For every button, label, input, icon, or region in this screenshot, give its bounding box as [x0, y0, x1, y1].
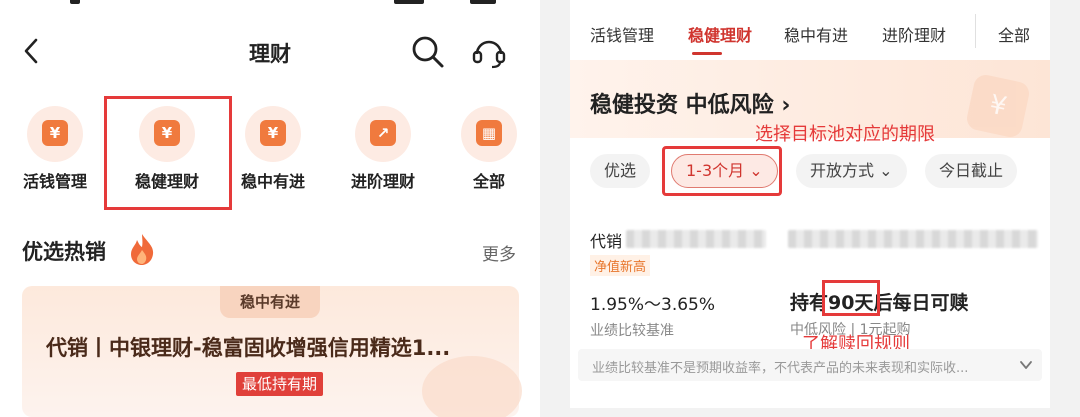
highlight-box-days [822, 280, 880, 316]
page-title: 理财 [249, 42, 291, 66]
battery-icon [470, 0, 496, 4]
category-label: 进阶理财 [350, 172, 415, 191]
card-tag: 稳中有进 [220, 286, 320, 318]
tab-separator [975, 14, 976, 48]
status-bar [0, 0, 540, 8]
signal-icon [394, 0, 424, 4]
bottom-gap [570, 408, 1050, 417]
coin-decoration [422, 356, 522, 417]
category-label: 稳中有进 [240, 172, 305, 191]
category-jinjie[interactable]: ↗ 进阶理财 [328, 104, 438, 204]
tab-all[interactable]: 全部 [998, 22, 1030, 46]
customer-service-icon[interactable] [470, 34, 508, 72]
active-tab-indicator [692, 52, 722, 55]
money-bag-icon: ¥ [27, 106, 83, 162]
right-panel: 活钱管理 稳健理财 稳中有进 进阶理财 全部 稳健投资 中低风险 › ¥ 选择目… [570, 0, 1050, 417]
coin-icon: ¥ [964, 72, 1032, 140]
shield-icon: ¥ [245, 106, 301, 162]
banner-title[interactable]: 稳健投资 中低风险 › [590, 87, 790, 119]
status-icon [70, 0, 80, 4]
product-name: 代销丨中银理财-稳富固收增强信用精选1... [46, 336, 451, 360]
nav-bar: 理财 [0, 24, 540, 80]
filter-open-type[interactable]: 开放方式 ⌄ [796, 154, 907, 188]
screenshot-root: 理财 ¥ 活钱管理 ¥ 稳健理财 ¥ 稳中有进 ↗ 进阶理财 ▦ 全部 优选热销… [0, 0, 1080, 417]
category-all[interactable]: ▦ 全部 [434, 104, 544, 204]
flame-icon [131, 234, 154, 265]
grid-icon: ▦ [461, 106, 517, 162]
category-row: ¥ 活钱管理 ¥ 稳健理财 ¥ 稳中有进 ↗ 进阶理财 ▦ 全部 [0, 104, 540, 204]
panel-divider [540, 0, 570, 417]
right-edge [1050, 0, 1080, 417]
disclaimer-bar: 业绩比较基准不是预期收益率，不代表产品的未来表现和实际收... [578, 349, 1042, 381]
category-label: 全部 [472, 172, 505, 191]
tab-wenjian[interactable]: 稳健理财 [688, 22, 752, 46]
blurred-name [626, 230, 766, 248]
tab-bar: 活钱管理 稳健理财 稳中有进 进阶理财 全部 [570, 0, 1050, 60]
tab-jinjie[interactable]: 进阶理财 [882, 22, 946, 46]
tab-huoqian[interactable]: 活钱管理 [590, 22, 654, 46]
section-title: 优选热销 [22, 240, 106, 264]
product-name-prefix: 代销 [590, 232, 623, 251]
annotation-pool-term: 选择目标池对应的期限 [755, 124, 935, 145]
min-hold-badge: 最低持有期 [236, 372, 324, 396]
product-card[interactable]: 稳中有进 代销丨中银理财-稳富固收增强信用精选1... 最低持有期 [22, 286, 522, 417]
filter-row: 优选 1-3个月 ⌄ 开放方式 ⌄ 今日截止 [570, 152, 1050, 192]
disclaimer-text: 业绩比较基准不是预期收益率，不代表产品的未来表现和实际收... [592, 361, 969, 376]
rate-label: 业绩比较基准 [590, 323, 674, 339]
nav-high-tag: 净值新高 [590, 255, 651, 276]
category-wenzhong[interactable]: ¥ 稳中有进 [218, 104, 328, 204]
chevron-down-icon[interactable] [1018, 357, 1034, 373]
more-link[interactable]: 更多 [482, 240, 516, 265]
search-icon[interactable] [410, 34, 446, 70]
category-huoqian[interactable]: ¥ 活钱管理 [0, 104, 110, 204]
blurred-name [788, 230, 1038, 248]
filter-today-deadline[interactable]: 今日截止 [925, 154, 1018, 188]
filter-youxuan[interactable]: 优选 [590, 154, 651, 188]
highlight-box-filter [662, 146, 782, 196]
highlight-box-category [104, 96, 232, 210]
tab-wenzhong[interactable]: 稳中有进 [784, 22, 848, 46]
trend-chart-icon: ↗ [355, 106, 411, 162]
category-label: 活钱管理 [22, 172, 87, 191]
left-panel: 理财 ¥ 活钱管理 ¥ 稳健理财 ¥ 稳中有进 ↗ 进阶理财 ▦ 全部 优选热销… [0, 0, 540, 417]
rate-range: 1.95%～3.65% [590, 295, 716, 315]
